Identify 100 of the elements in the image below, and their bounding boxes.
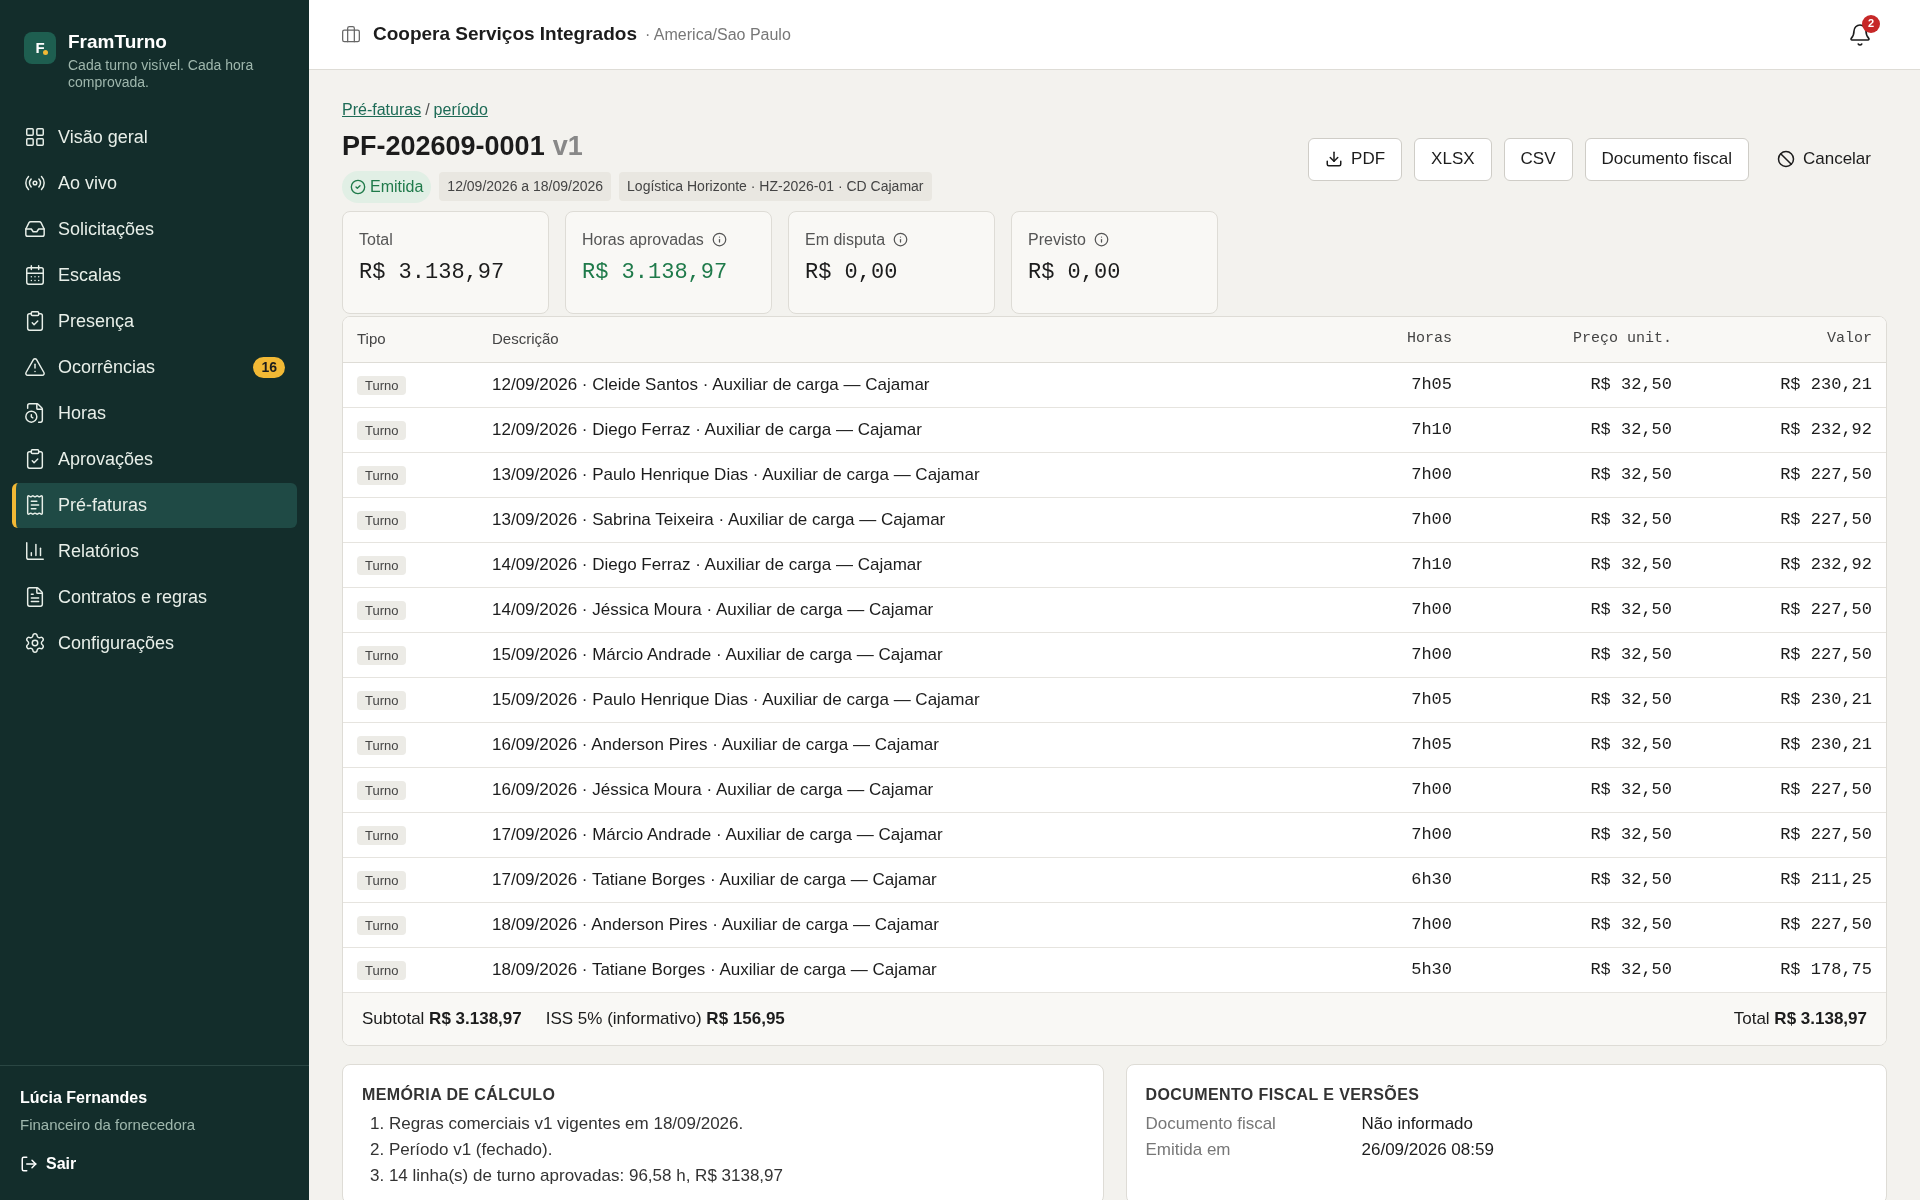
stat-label: Em disputa	[805, 229, 886, 250]
cancel-button[interactable]: Cancelar	[1760, 137, 1887, 181]
field-value: 26/09/2026 08:59	[1361, 1138, 1494, 1161]
nav-item[interactable]: Ocorrências 16	[12, 344, 297, 390]
table-cell-text: 6h30	[1410, 868, 1452, 891]
table-cell-text: R$ 32,50	[1589, 823, 1672, 846]
table-cell-text: 14/09/2026 · Jéssica Moura · Auxiliar de carga — Cajamar	[492, 598, 935, 621]
table-cell-text: R$ 227,50	[1779, 508, 1872, 531]
stat-value: R$ 0,00	[805, 258, 899, 287]
document-icon	[24, 586, 46, 608]
table-cell-text: 14/09/2026 · Diego Ferraz · Auxiliar de carga — Cajamar	[492, 553, 923, 576]
type-tag: Turno	[357, 915, 407, 935]
table-cell-text: 7h00	[1410, 778, 1452, 801]
table-cell-text: R$ 227,50	[1779, 823, 1872, 846]
table-cell-text: R$ 227,50	[1779, 913, 1872, 936]
logout-icon	[20, 1155, 38, 1173]
table-cell-text: R$ 230,21	[1779, 733, 1872, 756]
clipboard-check-icon	[24, 448, 46, 470]
table-cell-text: R$ 32,50	[1589, 688, 1672, 711]
column-header: Descrição	[492, 328, 560, 349]
export-button[interactable]: CSV	[1503, 137, 1573, 181]
table-cell-text: 7h00	[1410, 463, 1452, 486]
stat-label: Horas aprovadas	[582, 229, 704, 250]
list-item: 3. 14 linha(s) de turno aprovadas: 96,58 h, R$ 3138,97	[369, 1164, 784, 1187]
stat-label: Previsto	[1028, 229, 1086, 250]
table-cell-text: R$ 227,50	[1779, 643, 1872, 666]
table-cell-text: 13/09/2026 · Paulo Henrique Dias · Auxiliar de carga — Cajamar	[492, 463, 981, 486]
nav-item[interactable]: Ao vivo	[12, 160, 297, 206]
type-tag: Turno	[357, 555, 407, 575]
breadcrumb-link[interactable]: período	[433, 98, 488, 122]
type-tag: Turno	[357, 690, 407, 710]
file-clock-icon	[24, 402, 46, 424]
nav-item[interactable]: Escalas	[12, 252, 297, 298]
info-icon[interactable]	[1093, 232, 1109, 247]
table-cell-text: R$ 32,50	[1589, 733, 1672, 756]
user-role: Financeiro da fornecedora	[20, 1114, 197, 1135]
table-cell-text: 7h05	[1410, 688, 1452, 711]
count-badge: 16	[253, 356, 285, 378]
table-cell-text: 16/09/2026 · Anderson Pires · Auxiliar de carga — Cajamar	[492, 733, 940, 756]
type-tag: Turno	[357, 465, 407, 485]
tax-text: ISS 5% (informativo) R$ 156,95	[545, 1007, 785, 1030]
nav-item[interactable]: Visão geral	[12, 114, 297, 160]
user-name: Lúcia Fernandes	[20, 1087, 149, 1108]
section-title: MEMÓRIA DE CÁLCULO	[362, 1084, 557, 1105]
table-cell-text: 7h05	[1410, 373, 1452, 396]
inbox-icon	[24, 218, 46, 240]
export-button[interactable]: XLSX	[1414, 137, 1492, 181]
list-item: 2. Período v1 (fechado).	[369, 1138, 554, 1161]
info-icon[interactable]	[893, 232, 909, 247]
table-cell-text: R$ 232,92	[1779, 553, 1872, 576]
calendar-icon	[24, 264, 46, 286]
nav-item[interactable]: Relatórios	[12, 528, 297, 574]
nav-item[interactable]: Contratos e regras	[12, 574, 297, 620]
type-tag: Turno	[357, 645, 407, 665]
export-button[interactable]: Documento fiscal	[1584, 137, 1749, 181]
table-cell-text: 7h00	[1410, 508, 1452, 531]
brand-tagline: Cada turno visível. Cada hora comprovada.	[68, 56, 255, 91]
bar-chart-icon	[24, 540, 46, 562]
export-button[interactable]: PDF	[1308, 137, 1403, 181]
receipt-icon	[24, 494, 46, 516]
info-icon[interactable]	[711, 232, 727, 247]
settings-icon	[24, 632, 46, 654]
timezone-label: · America/Sao Paulo	[644, 24, 791, 45]
type-tag: Turno	[357, 870, 407, 890]
grid-icon	[24, 126, 46, 148]
logout-button[interactable]: Sair	[20, 1152, 77, 1176]
table-cell-text: 7h00	[1410, 643, 1452, 666]
table-cell-text: R$ 178,75	[1779, 958, 1872, 981]
logo-icon: F	[24, 32, 56, 64]
table-cell-text: 12/09/2026 · Cleide Santos · Auxiliar de carga — Cajamar	[492, 373, 931, 396]
nav-item[interactable]: Presença	[12, 298, 297, 344]
table-cell-text: 18/09/2026 · Tatiane Borges · Auxiliar de carga — Cajamar	[492, 958, 938, 981]
list-item: 1. Regras comerciais v1 vigentes em 18/09/2026.	[369, 1112, 745, 1135]
table-cell-text: R$ 32,50	[1589, 508, 1672, 531]
stat-value: R$ 0,00	[1028, 258, 1122, 287]
nav-item[interactable]: Horas	[12, 390, 297, 436]
section-title: DOCUMENTO FISCAL E VERSÕES	[1145, 1084, 1421, 1105]
table-cell-text: 13/09/2026 · Sabrina Teixeira · Auxiliar de carga — Cajamar	[492, 508, 947, 531]
table-cell-text: R$ 32,50	[1589, 913, 1672, 936]
nav-item[interactable]: Aprovações	[12, 436, 297, 482]
notification-badge: 2	[1862, 14, 1880, 33]
nav-item[interactable]: Configurações	[12, 620, 297, 666]
table-cell-text: R$ 32,50	[1589, 418, 1672, 441]
nav-item[interactable]: Pré-faturas	[12, 482, 297, 528]
table-cell-text: R$ 32,50	[1589, 598, 1672, 621]
type-tag: Turno	[357, 735, 407, 755]
column-header: Preço unit.	[1571, 328, 1672, 349]
type-tag: Turno	[357, 600, 407, 620]
column-header: Tipo	[357, 328, 387, 349]
status-badge: Emitida	[342, 170, 432, 203]
breadcrumb-link[interactable]: Pré-faturas	[342, 98, 422, 122]
table-cell-text: R$ 227,50	[1779, 598, 1872, 621]
download-icon	[1325, 150, 1344, 168]
table-cell-text: 7h00	[1410, 823, 1452, 846]
field-label: Documento fiscal	[1145, 1112, 1277, 1135]
nav-item[interactable]: Solicitações	[12, 206, 297, 252]
column-header: Horas	[1406, 328, 1452, 349]
table-cell-text: R$ 32,50	[1589, 463, 1672, 486]
info-chip: Logística Horizonte · HZ-2026-01 · CD Cajamar	[619, 172, 932, 201]
table-cell-text: R$ 230,21	[1779, 373, 1872, 396]
